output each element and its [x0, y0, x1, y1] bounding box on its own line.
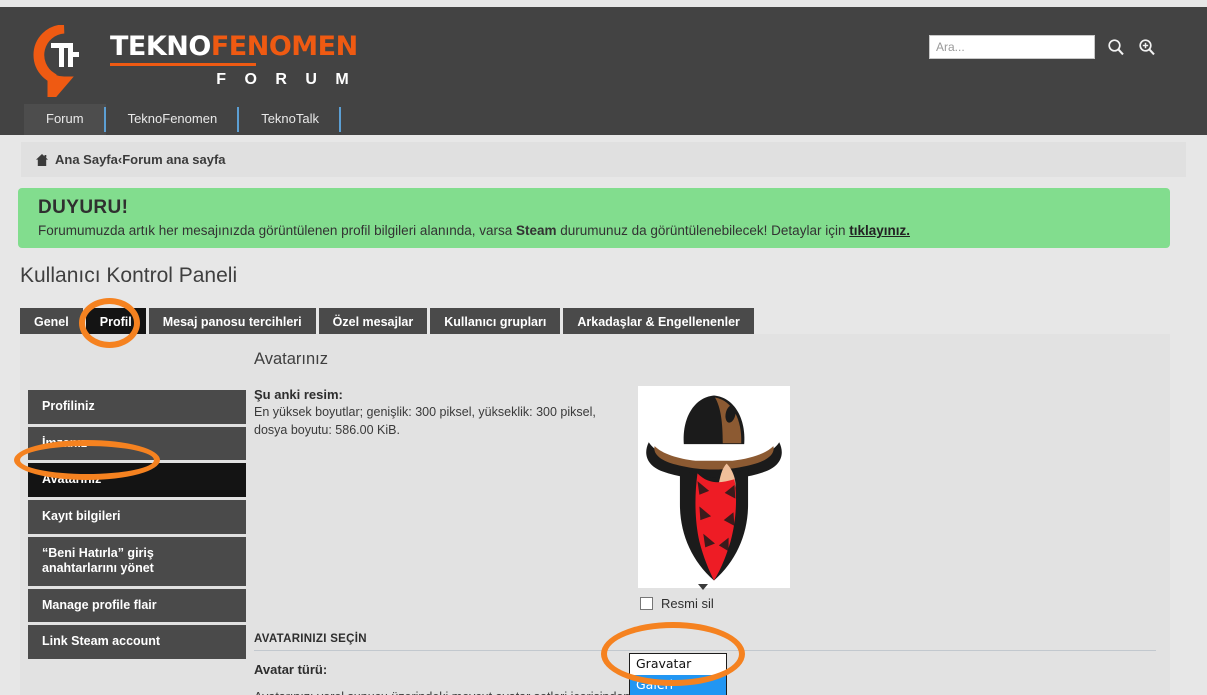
tab-label: Mesaj panosu tercihleri [162, 315, 302, 329]
current-image-description: En yüksek boyutlar; genişlik: 300 piksel… [254, 405, 596, 438]
announcement-banner: DUYURU! Forumumuzda artık her mesajınızd… [18, 188, 1170, 248]
announcement-body: Forumumuzda artık her mesajınızda görünt… [38, 223, 1150, 238]
advanced-search-icon[interactable] [1137, 37, 1157, 57]
sidebar-item-beni-hatirla[interactable]: “Beni Hatırla” giriş anahtarlarını yönet [28, 536, 246, 586]
cowboy-bandit-avatar-icon [646, 395, 782, 581]
tab-label: Özel mesajlar [332, 315, 414, 329]
delete-image-label: Resmi sil [661, 596, 714, 611]
dropdown-option-label: Gravatar [636, 656, 692, 671]
breadcrumb: Ana Sayfa ‹ Forum ana sayfa [21, 142, 1186, 177]
sidebar-item-kayit-bilgileri[interactable]: Kayıt bilgileri [28, 499, 246, 534]
sidebar-item-label: Manage profile flair [42, 597, 157, 612]
sidebar-item-manage-profile-flair[interactable]: Manage profile flair [28, 588, 246, 623]
avatar-preview [638, 386, 790, 588]
dropdown-option-label: Galeri avatarı [636, 677, 674, 693]
home-icon [35, 153, 49, 167]
primary-nav: Forum TeknoFenomen TeknoTalk [24, 103, 341, 135]
sidebar-item-label: İmzanız [42, 435, 88, 450]
breadcrumb-home-link[interactable]: Ana Sayfa [55, 152, 118, 167]
header-search [929, 35, 1157, 59]
announcement-strong: Steam [516, 223, 557, 238]
avatar-type-label: Avatar türü: [254, 662, 328, 677]
nav-tab-teknofenomen[interactable]: TeknoFenomen [106, 104, 240, 135]
breadcrumb-current[interactable]: Forum ana sayfa [122, 152, 225, 167]
logo-underline [110, 62, 256, 66]
page-root: TEKNOFENOMEN F O R U M Ara... Forum Tekn… [0, 0, 1207, 695]
tab-label: Profil [99, 315, 132, 329]
tab-label: Arkadaşlar & Engellenenler [577, 315, 740, 329]
sidebar-item-label: Kayıt bilgileri [42, 508, 121, 523]
sidebar-item-label: Avatarınız [42, 472, 102, 487]
nav-divider [339, 107, 341, 132]
site-logo[interactable]: TEKNOFENOMEN F O R U M [32, 25, 358, 97]
sidebar-item-label: Profiliniz [42, 399, 95, 413]
site-header: TEKNOFENOMEN F O R U M Ara... Forum Tekn… [0, 7, 1207, 135]
logo-subtitle: F O R U M [216, 70, 356, 88]
delete-image-row: Resmi sil [640, 596, 714, 611]
top-strip [0, 0, 1207, 7]
announcement-text-2: durumunuz da görüntülenebilecek! Detayla… [556, 223, 850, 238]
dropdown-option-galeri-avatari[interactable]: Galeri avatarı [630, 675, 726, 695]
announcement-text-1: Forumumuzda artık her mesajınızda görünt… [38, 223, 516, 238]
sidebar-item-avatariniz[interactable]: Avatarınız [28, 463, 246, 497]
delete-image-checkbox[interactable] [640, 597, 653, 610]
tab-label: Genel [34, 315, 69, 329]
logo-word-fenomen: FENOMEN [210, 31, 358, 63]
sidebar-item-link-steam-account[interactable]: Link Steam account [28, 625, 246, 659]
tab-label: Kullanıcı grupları [444, 315, 547, 329]
cp-panel: Profiliniz İmzanız Avatarınız Kayıt bilg… [20, 334, 1170, 695]
search-icon[interactable] [1106, 37, 1126, 57]
logo-wordmark: TEKNOFENOMEN F O R U M [110, 33, 358, 88]
section-title-select-avatar: AVATARINIZI SEÇİN [254, 633, 367, 645]
sidebar-item-label: “Beni Hatırla” giriş anahtarlarını yönet [42, 545, 154, 576]
tf-monogram-icon [32, 25, 96, 97]
content-heading: Avatarınız [254, 350, 328, 368]
avatar-type-dropdown-list[interactable]: Gravatar Galeri avatarı Avatar yükle [629, 653, 727, 695]
nav-tab-label: TeknoTalk [261, 111, 319, 126]
sidebar-item-label: Link Steam account [42, 634, 161, 649]
nav-tab-teknotalk[interactable]: TeknoTalk [239, 104, 341, 135]
sidebar-item-profiliniz[interactable]: Profiliniz [28, 390, 246, 424]
scroll-caret-icon [698, 584, 708, 590]
nav-tab-label: Forum [46, 111, 84, 126]
nav-tab-label: TeknoFenomen [127, 111, 218, 126]
dropdown-option-gravatar[interactable]: Gravatar [630, 654, 726, 675]
announcement-link[interactable]: tıklayınız. [849, 223, 910, 238]
page-title: Kullanıcı Kontrol Paneli [20, 264, 238, 287]
search-input[interactable] [929, 35, 1095, 59]
section-divider [254, 650, 1156, 651]
nav-tab-forum[interactable]: Forum [24, 104, 106, 135]
logo-word-tekno: TEKNO [110, 31, 211, 63]
sidebar-item-imzaniz[interactable]: İmzanız [28, 426, 246, 461]
announcement-title: DUYURU! [38, 197, 129, 218]
cp-sidebar: Profiliniz İmzanız Avatarınız Kayıt bilg… [28, 390, 246, 662]
